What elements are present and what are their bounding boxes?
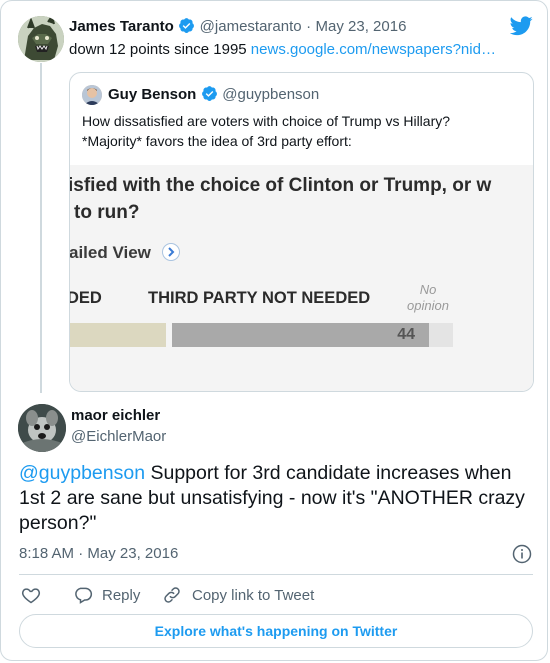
bar-no-opinion <box>429 323 453 347</box>
reply-bubble-icon <box>75 587 93 604</box>
image-col-left: DED <box>70 289 102 307</box>
bar-third-party-not-needed: 44 <box>172 323 429 347</box>
maor-eichler-avatar[interactable] <box>18 404 66 452</box>
reply-label: Reply <box>102 586 141 604</box>
reply-author-name[interactable]: maor eichler <box>71 407 166 424</box>
quoted-tweet[interactable]: Guy Benson @guypbenson How dissatisfied … <box>69 72 534 392</box>
image-col-mid: THIRD PARTY NOT NEEDED <box>148 289 371 307</box>
link-icon <box>164 587 180 603</box>
heart-icon <box>21 588 41 604</box>
verified-badge-icon <box>201 86 217 101</box>
james-taranto-avatar[interactable] <box>18 16 64 62</box>
reply-mention[interactable]: @guypbenson <box>19 462 145 484</box>
reply-author-handle[interactable]: @EichlerMaor <box>71 428 166 445</box>
separator-dot: · <box>78 545 84 562</box>
separator-dot: · <box>306 18 312 35</box>
tweet-header: James Taranto @jamestaranto · May 23, 20… <box>69 17 406 36</box>
copy-link-label: Copy link to Tweet <box>192 586 315 604</box>
dog-avatar-icon <box>18 404 66 452</box>
guy-benson-avatar[interactable] <box>82 85 102 105</box>
image-question-line2: to run? <box>74 202 140 223</box>
image-col-right: No opinion <box>400 282 456 314</box>
guy-benson-avatar-icon <box>82 85 102 105</box>
info-icon[interactable] <box>512 544 532 564</box>
reply-time[interactable]: 8:18 AM <box>19 545 74 562</box>
quoted-author-handle[interactable]: @guypbenson <box>222 86 319 103</box>
tweet-card: James Taranto @jamestaranto · May 23, 20… <box>0 0 548 661</box>
tweet-text: down 12 points since 1995 news.google.co… <box>69 41 496 58</box>
tweet-text-plain: down 12 points since 1995 <box>69 41 251 58</box>
image-question-line1: isfied with the choice of Clinton or Tru… <box>70 175 492 196</box>
quoted-header: Guy Benson @guypbenson <box>108 85 319 104</box>
explore-button[interactable]: Explore what's happening on Twitter <box>19 614 533 648</box>
copy-link-button[interactable]: Copy link to Tweet <box>162 585 314 605</box>
quoted-text-line2: *Majority* favors the idea of 3rd party … <box>82 133 352 149</box>
divider <box>19 574 533 575</box>
quoted-author-name[interactable]: Guy Benson <box>108 86 196 103</box>
poll-screenshot-image[interactable]: isfied with the choice of Clinton or Tru… <box>70 165 533 391</box>
image-col-right-1: No <box>419 282 437 297</box>
bar-value: 44 <box>397 326 415 343</box>
verified-badge-icon <box>179 18 195 33</box>
chevron-right-icon <box>162 243 180 261</box>
thread-line <box>40 63 42 393</box>
author-handle[interactable]: @jamestaranto <box>200 18 302 35</box>
tweet-date[interactable]: May 23, 2016 <box>316 18 407 35</box>
quoted-text: How dissatisfied are voters with choice … <box>82 111 450 151</box>
reply-date[interactable]: May 23, 2016 <box>87 545 178 562</box>
author-name[interactable]: James Taranto <box>69 18 174 35</box>
reply-button[interactable]: Reply <box>73 585 140 605</box>
image-col-right-2: opinion <box>407 298 449 313</box>
reply-text: @guypbenson Support for 3rd candidate in… <box>19 461 539 536</box>
twitter-bird-icon[interactable] <box>510 16 533 36</box>
tweet-link[interactable]: news.google.com/newspapers?nid… <box>251 41 496 58</box>
bar-third-party-needed <box>70 323 166 347</box>
like-button[interactable] <box>21 585 41 605</box>
reply-timestamp[interactable]: 8:18 AM · May 23, 2016 <box>19 545 178 562</box>
reply-header: maor eichler @EichlerMaor <box>71 407 166 445</box>
quoted-text-line1: How dissatisfied are voters with choice … <box>82 113 451 129</box>
image-detailed-view: ailed View <box>70 243 151 262</box>
godzilla-avatar-icon <box>18 16 64 62</box>
